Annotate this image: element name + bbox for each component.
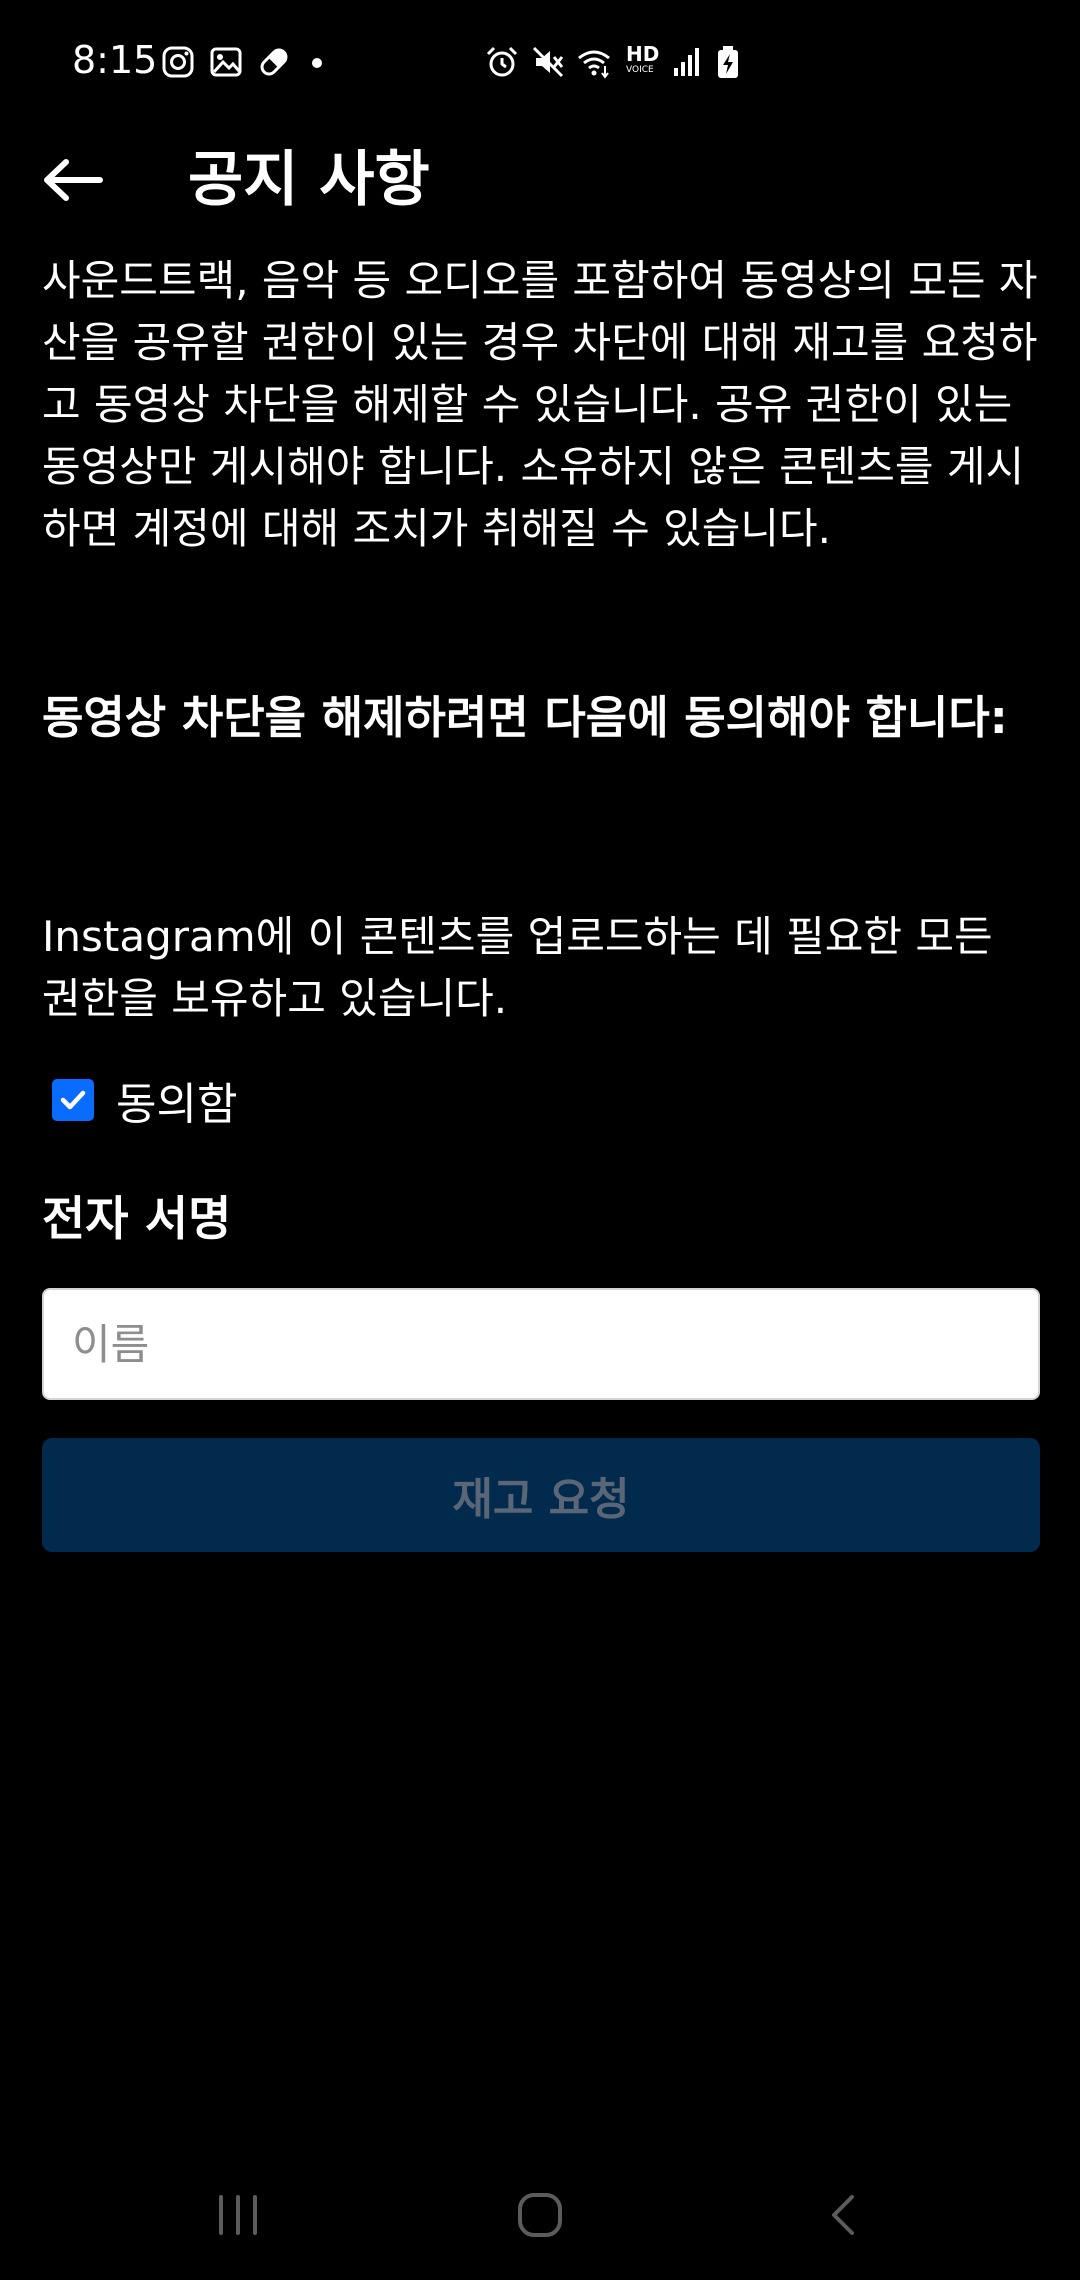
status-time: 8:15	[72, 38, 158, 82]
rights-statement: Instagram에 이 콘텐츠를 업로드하는 데 필요한 모든 권한을 보유하…	[42, 912, 993, 1023]
system-nav-bar	[0, 2160, 1080, 2280]
notification-dot-icon	[312, 58, 322, 68]
checkmark-icon	[60, 1090, 86, 1110]
recent-apps-icon	[219, 2195, 257, 2235]
arrow-left-icon	[44, 159, 103, 201]
pill-icon	[260, 48, 288, 76]
signature-heading: 전자 서명	[42, 1192, 232, 1247]
back-icon	[832, 2195, 854, 2235]
battery-charging-icon	[718, 46, 738, 78]
mute-icon	[532, 46, 564, 78]
wifi-icon	[578, 50, 610, 79]
agree-checkbox-row[interactable]: 동의함	[52, 1070, 237, 1130]
page-title: 공지 사항	[188, 145, 430, 215]
name-input[interactable]	[42, 1288, 1040, 1400]
nav-back-button[interactable]	[782, 2160, 902, 2270]
recent-apps-button[interactable]	[178, 2160, 298, 2270]
signal-icon	[674, 48, 699, 76]
back-button[interactable]	[28, 140, 118, 220]
notice-body-text: 사운드트랙, 음악 등 오디오를 포함하여 동영상의 모든 자산을 공유할 권한…	[42, 256, 1038, 553]
home-icon	[518, 2193, 562, 2237]
agree-checkbox-label: 동의함	[116, 1079, 238, 1130]
alarm-icon	[486, 46, 518, 77]
instagram-icon	[162, 46, 194, 78]
home-button[interactable]	[480, 2160, 600, 2270]
hd-voice-bottom: VOICE	[626, 65, 654, 75]
hd-voice-icon: HD VOICE	[626, 44, 666, 80]
gallery-icon	[210, 47, 242, 77]
agree-checkbox[interactable]	[52, 1079, 94, 1121]
hd-voice-top: HD	[626, 42, 660, 66]
agree-heading: 동영상 차단을 해제하려면 다음에 동의해야 합니다:	[42, 691, 1008, 744]
request-review-button[interactable]: 재고 요청	[42, 1438, 1040, 1552]
status-bar: 8:15 HD VOICE	[0, 0, 1080, 126]
